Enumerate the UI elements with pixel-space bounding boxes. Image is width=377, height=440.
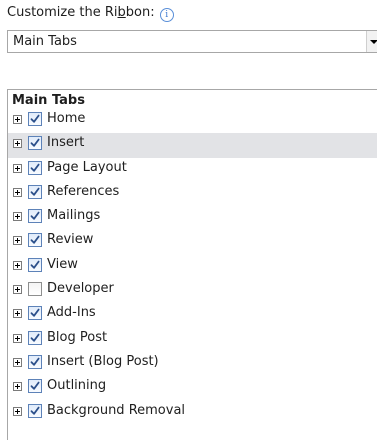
tab-checkbox[interactable]	[28, 354, 42, 369]
tree-item[interactable]: Developer	[8, 279, 377, 303]
checkmark-icon	[30, 163, 40, 172]
expand-plus-icon[interactable]	[13, 309, 22, 319]
tree-item-label: Review	[47, 232, 94, 248]
expand-plus-icon[interactable]	[13, 163, 22, 173]
expand-plus-icon[interactable]	[13, 357, 22, 367]
checkmark-icon	[30, 309, 40, 318]
tree-item-label: References	[47, 183, 120, 199]
tab-checkbox[interactable]	[28, 282, 42, 297]
tree-item-label: Developer	[47, 281, 114, 297]
tree-item[interactable]: References	[8, 182, 377, 206]
expand-plus-icon[interactable]	[13, 139, 22, 149]
expand-plus-icon[interactable]	[13, 285, 22, 295]
tree-item-label: Page Layout	[47, 159, 127, 175]
checkmark-icon	[30, 114, 40, 123]
expand-plus-icon[interactable]	[13, 187, 22, 197]
tab-checkbox[interactable]	[28, 112, 42, 126]
expand-plus-icon[interactable]	[13, 115, 22, 124]
expand-plus-icon[interactable]	[13, 406, 22, 416]
info-icon[interactable]: i	[159, 8, 174, 22]
customize-label-end: bon:	[125, 5, 155, 20]
tree-item[interactable]: Review	[8, 230, 377, 254]
customize-ribbon-label: Customize the Ribbon: i	[7, 4, 174, 22]
tree-item-label: Home	[47, 111, 86, 126]
tree-item[interactable]: Blog Post	[8, 328, 377, 352]
checkmark-icon	[30, 406, 40, 415]
tree-item[interactable]: Outlining	[8, 376, 377, 400]
tab-checkbox[interactable]	[28, 136, 42, 151]
tab-checkbox[interactable]	[28, 160, 42, 175]
expand-plus-icon[interactable]	[13, 236, 22, 246]
tree-item[interactable]: Mailings	[8, 206, 377, 230]
ribbon-tabs-tree[interactable]: Main Tabs Home Insert Page Layout Reference…	[7, 89, 377, 440]
tree-header: Main Tabs	[12, 93, 85, 108]
checkmark-icon	[30, 138, 40, 147]
customize-ribbon-panel: Customize the Ribbon: i Main Tabs Main T…	[0, 0, 377, 440]
tree-item[interactable]: Background Removal	[8, 401, 377, 425]
tree-item[interactable]: Add-Ins	[8, 303, 377, 327]
tab-checkbox[interactable]	[28, 233, 42, 248]
tab-checkbox[interactable]	[28, 184, 42, 199]
tree-item-label: Mailings	[47, 208, 101, 224]
tree-item-label: Outlining	[47, 378, 107, 394]
checkmark-icon	[30, 260, 40, 269]
tab-checkbox[interactable]	[28, 209, 42, 224]
tab-checkbox[interactable]	[28, 306, 42, 321]
tab-checkbox[interactable]	[28, 379, 42, 394]
expand-plus-icon[interactable]	[13, 212, 22, 222]
tree-item[interactable]: Insert (Blog Post)	[8, 352, 377, 376]
checkmark-icon	[30, 211, 40, 220]
tree-item[interactable]: Home	[8, 109, 377, 133]
expand-plus-icon[interactable]	[13, 382, 22, 392]
tree-item-label: Background Removal	[47, 402, 186, 418]
tree-list: Home Insert Page Layout References Mailings R…	[8, 109, 377, 425]
checkmark-icon	[30, 333, 40, 342]
tree-item-label: Insert	[47, 135, 85, 151]
tree-item-label: Blog Post	[47, 329, 108, 345]
dropdown-selected-value: Main Tabs	[13, 34, 77, 49]
customize-label-accesskey: b	[117, 5, 126, 20]
tree-item[interactable]: Page Layout	[8, 158, 377, 182]
tab-checkbox[interactable]	[28, 257, 42, 272]
checkmark-icon	[30, 357, 40, 366]
ribbon-tabs-dropdown[interactable]: Main Tabs	[7, 30, 377, 53]
tree-item[interactable]: Insert	[8, 133, 377, 158]
checkmark-icon	[30, 236, 40, 245]
tab-checkbox[interactable]	[28, 330, 42, 345]
expand-plus-icon[interactable]	[13, 333, 22, 343]
tree-item-label: Add-Ins	[47, 305, 96, 321]
tree-item-label: Insert (Blog Post)	[47, 353, 159, 369]
checkmark-icon	[30, 187, 40, 196]
expand-plus-icon[interactable]	[13, 260, 22, 270]
checkmark-icon	[30, 381, 40, 390]
tab-checkbox[interactable]	[28, 403, 42, 418]
customize-label-start: Customize the Ri	[7, 5, 118, 20]
tree-item-label: View	[47, 256, 78, 272]
tree-item[interactable]: View	[8, 255, 377, 279]
chevron-down-icon[interactable]	[366, 31, 377, 52]
